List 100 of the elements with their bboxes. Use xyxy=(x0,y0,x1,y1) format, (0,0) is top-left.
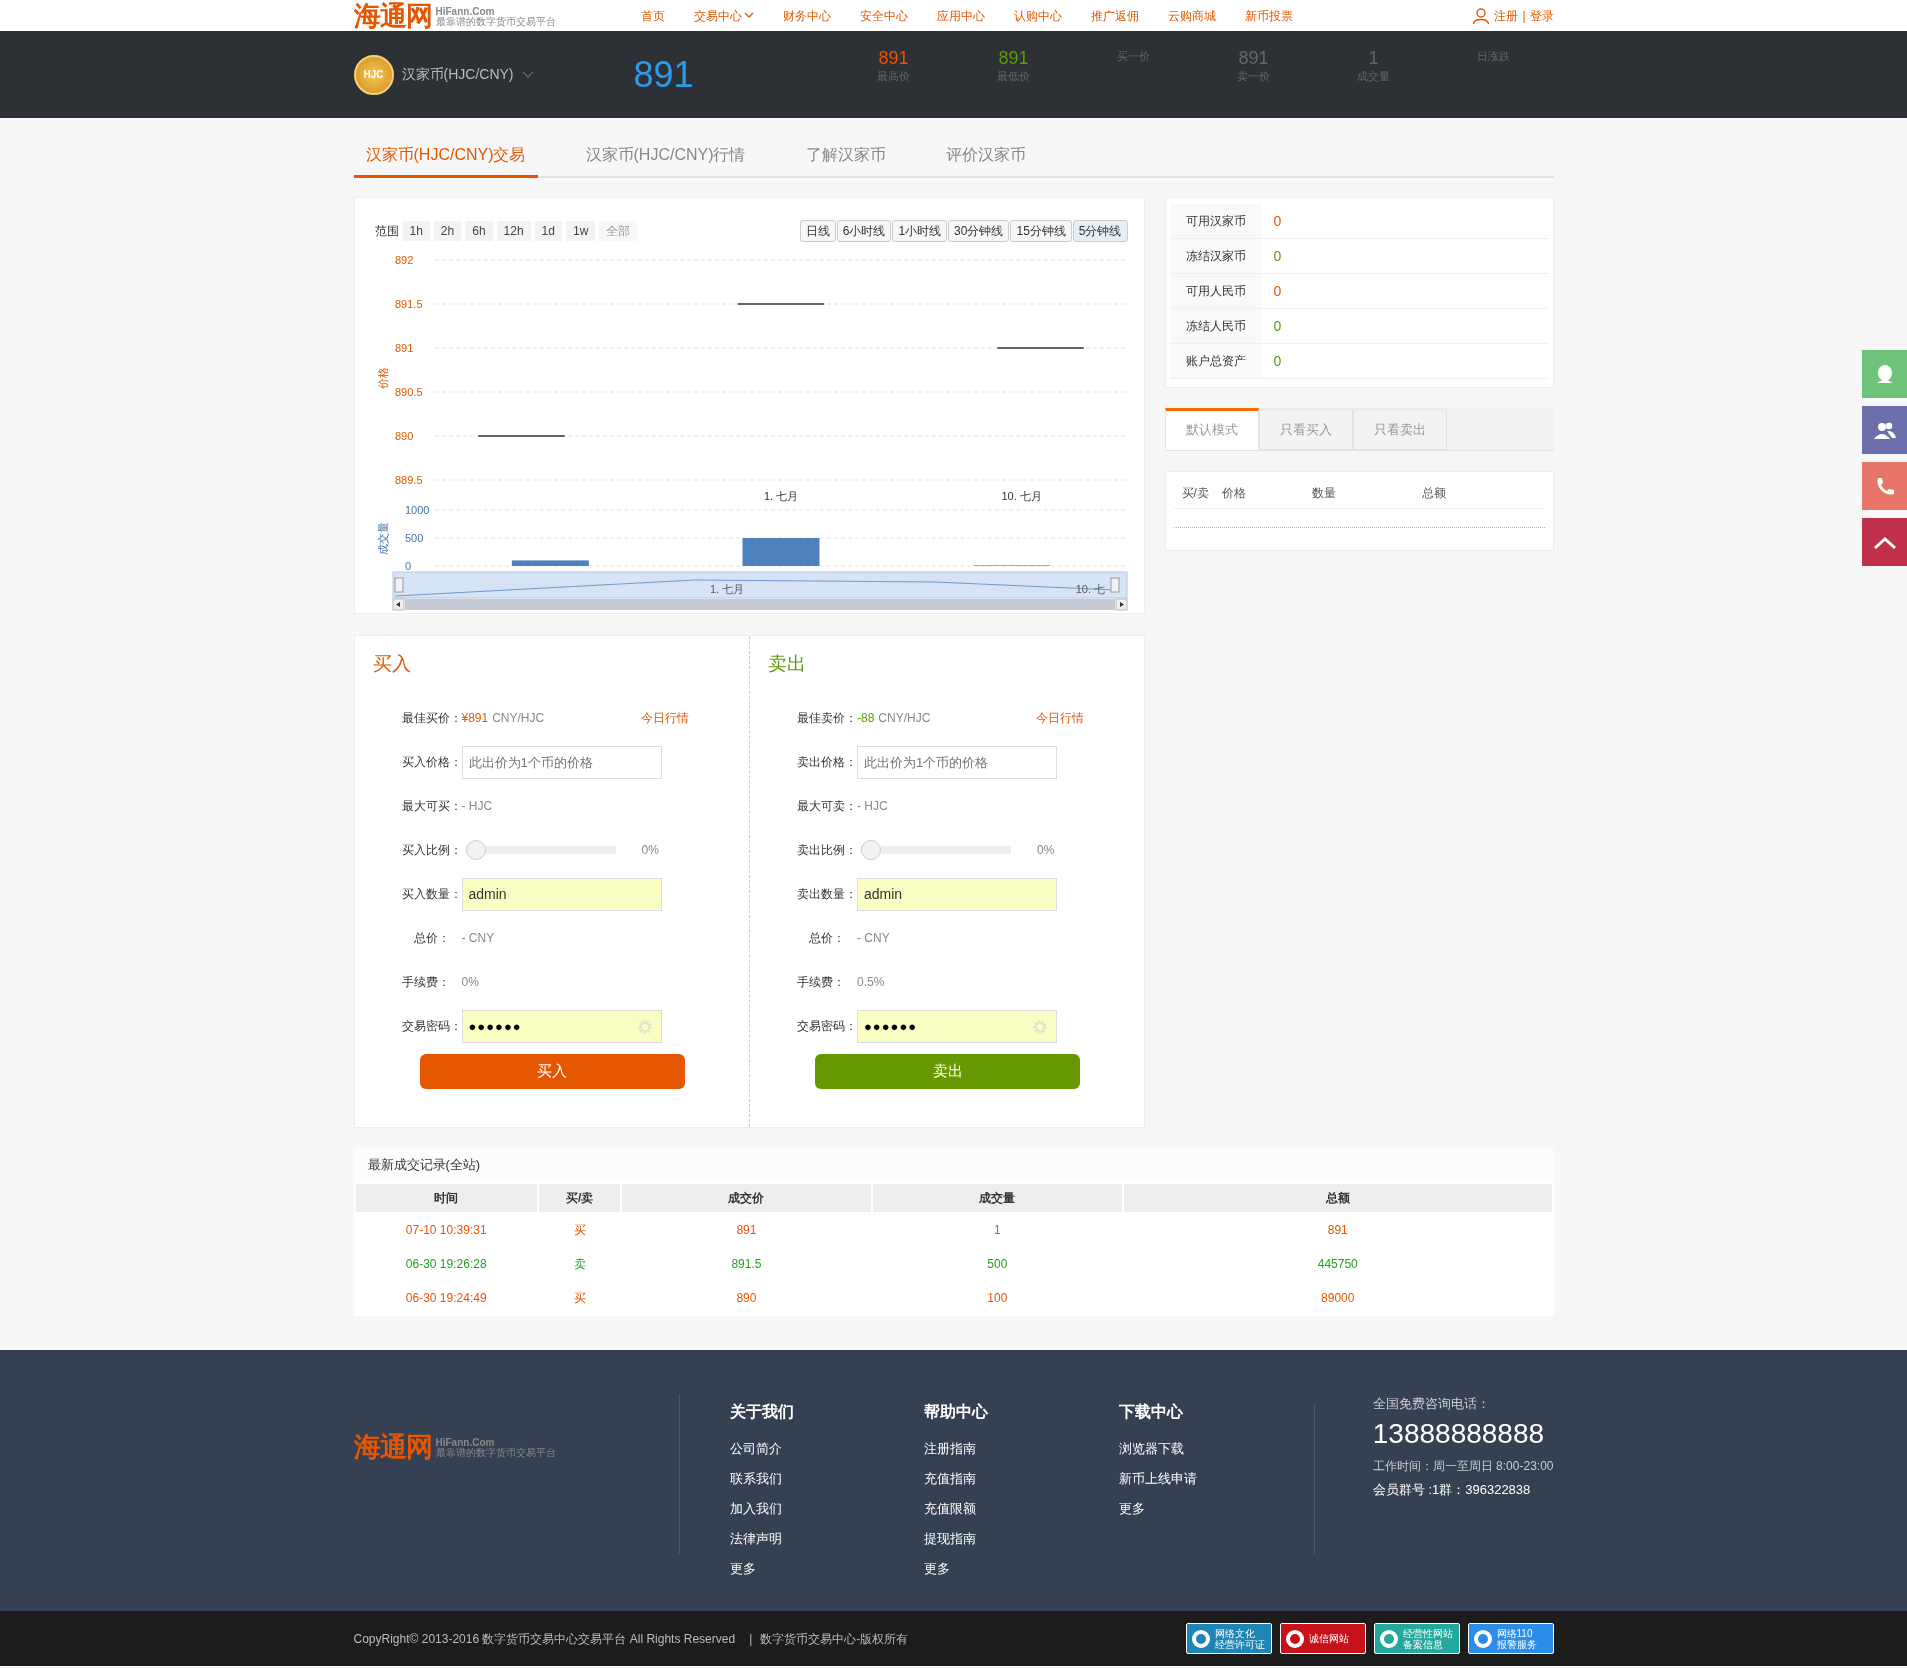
nav-link[interactable]: 首页 xyxy=(640,6,665,25)
navigator-handle[interactable] xyxy=(394,577,403,593)
range-button[interactable]: 1w xyxy=(565,221,596,241)
field-label: 卖出价格： xyxy=(796,754,857,771)
axis-title: 价格 xyxy=(376,367,389,389)
certificate-badge[interactable]: 诚信网站 xyxy=(1279,1623,1366,1654)
nav-link[interactable]: 交易中心 xyxy=(693,6,754,25)
market-link[interactable]: 今日行情 xyxy=(1035,709,1084,727)
nav-link[interactable]: 认购中心 xyxy=(1013,6,1062,25)
password-field[interactable]: ●●●●●● xyxy=(461,1009,662,1043)
field-label: 交易密码： xyxy=(400,1018,462,1035)
slider-thumb[interactable] xyxy=(465,840,486,860)
footer-link[interactable]: 浏览器下载 xyxy=(1119,1434,1185,1464)
back-to-top-button[interactable] xyxy=(1862,518,1907,566)
footer-link[interactable]: 更多 xyxy=(1119,1494,1146,1524)
footer-link[interactable]: 法律声明 xyxy=(729,1524,782,1554)
footer-link[interactable]: 公司简介 xyxy=(729,1434,782,1464)
column-header: 总额 xyxy=(1123,1184,1552,1212)
asset-label: 冻结人民币 xyxy=(1169,309,1262,343)
emblem-icon xyxy=(1284,1628,1305,1649)
y-axis-label: 890 xyxy=(394,430,413,442)
field-label: 卖出比例： xyxy=(796,842,857,859)
field-label: 手续费： xyxy=(400,974,450,991)
field-label: 买入价格： xyxy=(400,754,462,771)
price-field[interactable]: 此出价为1个币的价格 xyxy=(857,745,1057,779)
footer-link[interactable]: 充值指南 xyxy=(924,1464,977,1494)
badge-text: 网络文化 xyxy=(1214,1627,1256,1639)
password-field[interactable]: ●●●●●● xyxy=(857,1009,1057,1043)
asset-value: 0 xyxy=(1272,281,1282,301)
market-link[interactable]: 今日行情 xyxy=(641,709,689,727)
last-price: 891 xyxy=(632,52,695,97)
certificate-badge[interactable]: 网络文化 经营许可证 xyxy=(1185,1623,1272,1654)
amount-field[interactable]: admin xyxy=(857,877,1057,911)
chat-button[interactable] xyxy=(1862,350,1907,398)
nav-link[interactable]: 应用中心 xyxy=(936,6,985,25)
chevron-down-icon[interactable] xyxy=(521,70,534,79)
nav-link[interactable]: 安全中心 xyxy=(859,6,908,25)
period-button[interactable]: 1小时线 xyxy=(892,220,948,242)
range-button[interactable]: 1h xyxy=(402,221,430,241)
footer-link[interactable]: 加入我们 xyxy=(729,1494,782,1524)
nav-link[interactable]: 云购商城 xyxy=(1167,6,1216,25)
login-link[interactable]: 登录 xyxy=(1529,6,1554,25)
period-button[interactable]: 6小时线 xyxy=(836,220,892,242)
phone-button[interactable] xyxy=(1862,462,1907,510)
period-button[interactable]: 日线 xyxy=(799,220,836,242)
field-label: 最大可买： xyxy=(400,798,462,815)
submit-button[interactable]: 买入 xyxy=(419,1054,685,1089)
footer-link[interactable]: 注册指南 xyxy=(924,1434,977,1464)
contact-label: 全国免费咨询电话： xyxy=(1372,1395,1491,1413)
copyright-text: CopyRight© 2013-2016 数字货币交易中心交易平台 All Rights Reserved xyxy=(353,1630,736,1648)
footer-link[interactable]: 提现指南 xyxy=(924,1524,977,1554)
nav-link[interactable]: 财务中心 xyxy=(782,6,831,25)
column-title: 帮助中心 xyxy=(924,1402,989,1422)
y-axis-label: 890.5 xyxy=(394,386,423,398)
best-price: ¥891 xyxy=(461,710,489,727)
period-button[interactable]: 5分钟线 xyxy=(1072,220,1128,242)
asset-value: 0 xyxy=(1272,211,1282,231)
emblem-icon xyxy=(1190,1628,1211,1649)
page-tab[interactable]: 汉家币(HJC/CNY)交易 xyxy=(353,135,538,178)
range-button[interactable]: 12h xyxy=(496,221,531,241)
slogan-text: 最靠谱的数字货币交易平台 xyxy=(435,1448,556,1458)
range-button[interactable]: 2h xyxy=(433,221,462,241)
best-price: -88 xyxy=(857,710,875,727)
period-button[interactable]: 30分钟线 xyxy=(948,220,1010,242)
contacts-button[interactable] xyxy=(1862,406,1907,454)
period-button[interactable]: 15分钟线 xyxy=(1010,220,1072,242)
scroll-right-icon[interactable] xyxy=(1115,598,1127,611)
nav-link[interactable]: 推广返佣 xyxy=(1090,6,1139,25)
price-field[interactable]: 此出价为1个币的价格 xyxy=(461,745,662,779)
gear-icon xyxy=(635,1017,654,1036)
slider-thumb[interactable] xyxy=(861,840,881,860)
stat-value: 1 xyxy=(1368,47,1379,69)
total-value: - CNY xyxy=(461,930,495,947)
column-header: 成交价 xyxy=(622,1184,871,1212)
pair-name[interactable]: 汉家币(HJC/CNY) xyxy=(401,64,514,85)
navigator-label: 1. 七月 xyxy=(709,583,744,595)
scroll-left-icon[interactable] xyxy=(392,598,404,611)
footer-link[interactable]: 充值限额 xyxy=(924,1494,977,1524)
register-link[interactable]: 注册 xyxy=(1494,6,1519,25)
user-icon xyxy=(1472,6,1491,25)
footer-link[interactable]: 更多 xyxy=(924,1554,951,1584)
navigator-handle[interactable] xyxy=(1110,577,1119,593)
range-button[interactable]: 6h xyxy=(465,221,493,241)
range-button[interactable]: 1d xyxy=(534,221,562,241)
column-header: 成交量 xyxy=(872,1184,1122,1212)
scrollbar[interactable] xyxy=(404,599,1115,610)
nav-link[interactable]: 新币投票 xyxy=(1244,6,1293,25)
footer-link[interactable]: 联系我们 xyxy=(729,1464,782,1494)
form-title: 卖出 xyxy=(767,652,806,676)
y-axis-label: 1000 xyxy=(404,504,429,516)
field-label: 买入数量： xyxy=(400,886,462,903)
amount-field[interactable]: admin xyxy=(461,877,662,911)
asset-value: 0 xyxy=(1272,246,1282,266)
footer-link[interactable]: 新币上线申请 xyxy=(1119,1464,1198,1494)
coin-logo: HJC xyxy=(353,54,394,95)
max-amount: - HJC xyxy=(857,798,888,815)
total-value: - CNY xyxy=(857,930,890,947)
field-label: 卖出数量： xyxy=(796,886,857,903)
column-title: 下载中心 xyxy=(1119,1402,1184,1422)
footer-link[interactable]: 更多 xyxy=(729,1554,756,1584)
